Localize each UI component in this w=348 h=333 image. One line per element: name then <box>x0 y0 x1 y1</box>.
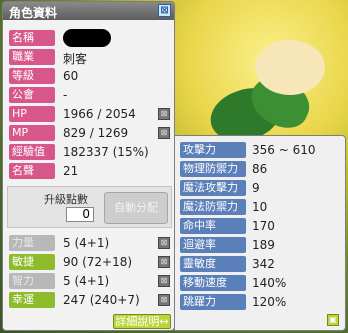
stat-value: 182337 (15%) <box>63 145 149 159</box>
character-face <box>255 40 325 95</box>
stat-value: 1966 / 2054 <box>63 107 136 121</box>
detail-row: 物理防禦力 86 <box>180 160 340 178</box>
stat-row-fame: 名聲 21 <box>9 162 172 180</box>
dex-add-button[interactable]: ⊠ <box>158 256 170 268</box>
stat-label: 名聲 <box>9 163 55 179</box>
ability-points-panel: 升級點數 0 自動分配 <box>7 186 172 228</box>
stat-row-dex: 敏捷 90 (72+18) ⊠ <box>9 253 172 271</box>
detail-value: 170 <box>252 219 275 233</box>
detail-label: 攻擊力 <box>180 142 246 158</box>
stat-label: 名稱 <box>9 30 55 46</box>
detail-button[interactable]: 詳細說明↔ <box>113 314 171 329</box>
str-add-button[interactable]: ⊠ <box>158 237 170 249</box>
detail-label: 魔法攻擊力 <box>180 180 246 196</box>
stat-label: 敏捷 <box>9 254 55 270</box>
stat-value: 90 (72+18) <box>63 255 133 269</box>
stat-value: 829 / 1269 <box>63 126 129 140</box>
stat-row-guild: 公會 - <box>9 86 172 104</box>
detail-row: 移動速度 140% <box>180 274 340 292</box>
hp-add-button[interactable]: ⊠ <box>158 108 170 120</box>
name-redaction <box>63 29 111 47</box>
detail-label: 靈敏度 <box>180 256 246 272</box>
stat-label: 職業 <box>9 49 55 65</box>
stat-label: 公會 <box>9 87 55 103</box>
detail-label: 跳躍力 <box>180 294 246 310</box>
window-titlebar[interactable]: 角色資料 ⊠ <box>3 2 174 20</box>
window-title: 角色資料 <box>9 6 58 20</box>
collapse-button[interactable]: ▣ <box>327 314 339 326</box>
detail-value: 140% <box>252 276 287 290</box>
detail-value: 9 <box>252 181 260 195</box>
detail-row: 跳躍力 120% <box>180 293 340 311</box>
stat-label: MP <box>9 125 55 141</box>
detail-value: 189 <box>252 238 275 252</box>
detail-row: 魔法防禦力 10 <box>180 198 340 216</box>
close-button[interactable]: ⊠ <box>158 4 171 17</box>
stat-value: 60 <box>63 69 79 83</box>
detail-value: 356 ~ 610 <box>252 143 316 157</box>
stat-value: 5 (4+1) <box>63 274 110 288</box>
stat-value: 247 (240+7) <box>63 293 140 307</box>
luk-add-button[interactable]: ⊠ <box>158 294 170 306</box>
ability-points-value: 0 <box>66 207 94 222</box>
stat-row-mp: MP 829 / 1269 ⊠ <box>9 124 172 142</box>
detail-row: 魔法攻擊力 9 <box>180 179 340 197</box>
int-add-button[interactable]: ⊠ <box>158 275 170 287</box>
stat-row-level: 等級 60 <box>9 67 172 85</box>
detail-label: 迴避率 <box>180 237 246 253</box>
stat-label: 智力 <box>9 273 55 289</box>
detail-label: 命中率 <box>180 218 246 234</box>
stat-row-exp: 經驗值 182337 (15%) <box>9 143 172 161</box>
stat-label: 經驗值 <box>9 144 55 160</box>
collapse-icon: ▣ <box>329 315 337 324</box>
stat-label: 幸運 <box>9 292 55 308</box>
detail-label: 移動速度 <box>180 275 246 291</box>
detail-label: 魔法防禦力 <box>180 199 246 215</box>
stat-row-name: 名稱 <box>9 29 172 47</box>
stat-row-luk: 幸運 247 (240+7) ⊠ <box>9 291 172 309</box>
detail-row: 攻擊力 356 ~ 610 <box>180 141 340 159</box>
mp-add-button[interactable]: ⊠ <box>158 127 170 139</box>
stat-label: 力量 <box>9 235 55 251</box>
stat-row-hp: HP 1966 / 2054 ⊠ <box>9 105 172 123</box>
stat-value: 刺客 <box>63 52 88 66</box>
detail-stats-window[interactable]: 攻擊力 356 ~ 610 物理防禦力 86 魔法攻擊力 9 魔法防禦力 10 … <box>174 135 346 331</box>
detail-row: 命中率 170 <box>180 217 340 235</box>
character-info-window[interactable]: 角色資料 ⊠ 名稱 職業 刺客 等級 60 公會 - HP 1966 / 205… <box>2 1 175 331</box>
stat-row-str: 力量 5 (4+1) ⊠ <box>9 234 172 252</box>
detail-value: 120% <box>252 295 287 309</box>
close-icon: ⊠ <box>160 5 169 16</box>
stat-label: 等級 <box>9 68 55 84</box>
stat-row-job: 職業 刺客 <box>9 48 172 66</box>
stat-value: 21 <box>63 164 79 178</box>
auto-assign-button[interactable]: 自動分配 <box>104 192 168 224</box>
detail-label: 物理防禦力 <box>180 161 246 177</box>
stat-row-int: 智力 5 (4+1) ⊠ <box>9 272 172 290</box>
stat-label: HP <box>9 106 55 122</box>
detail-row: 靈敏度 342 <box>180 255 340 273</box>
stat-value: - <box>63 88 68 102</box>
detail-value: 10 <box>252 200 268 214</box>
ability-points-label: 升級點數 <box>44 193 88 206</box>
detail-value: 86 <box>252 162 268 176</box>
detail-value: 342 <box>252 257 275 271</box>
stat-value: 5 (4+1) <box>63 236 110 250</box>
detail-row: 迴避率 189 <box>180 236 340 254</box>
